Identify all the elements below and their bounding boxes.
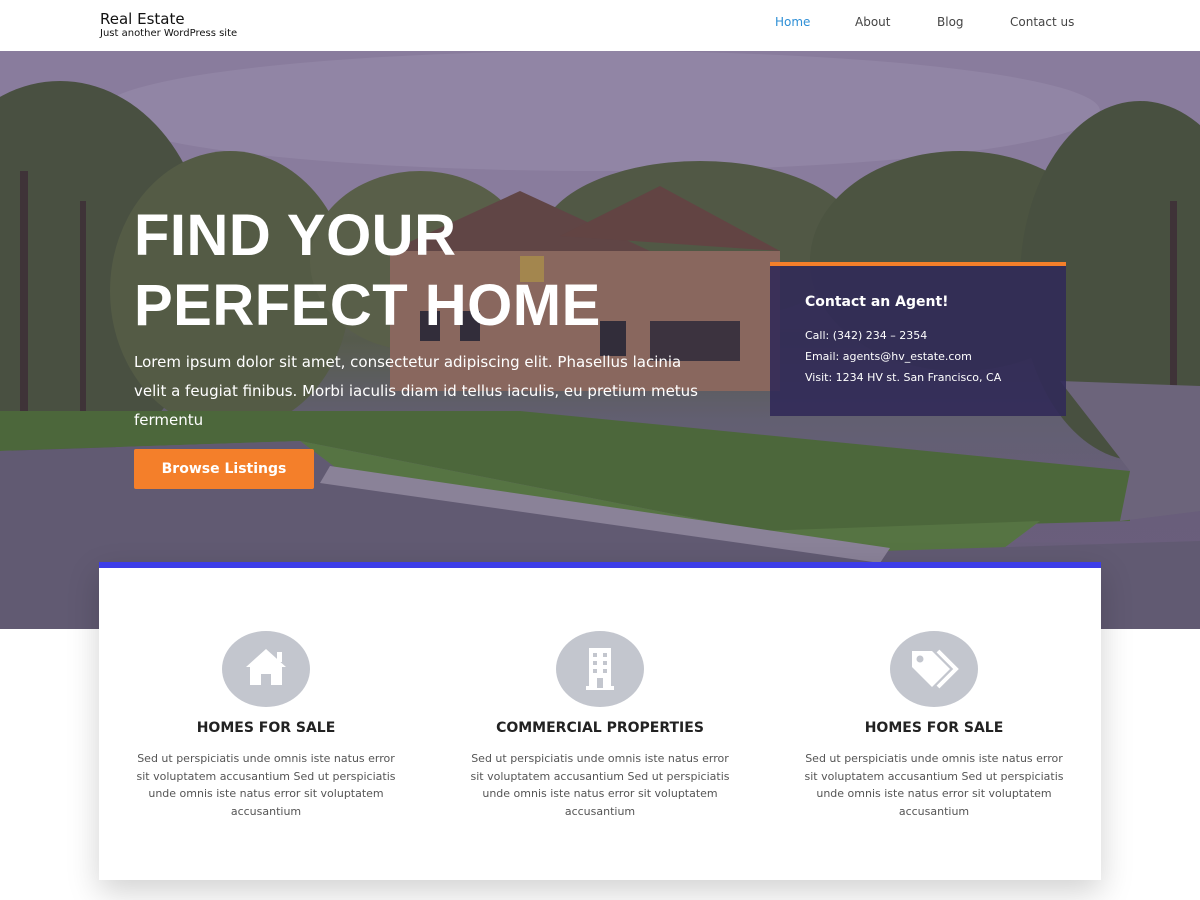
agent-box-title: Contact an Agent! [805, 294, 949, 310]
contact-agent-box: Contact an Agent! Call: (342) 234 – 2354… [770, 262, 1066, 416]
feature-title: COMMERCIAL PROPERTIES [496, 720, 704, 736]
feature-description: Sed ut perspiciatis unde omnis iste natu… [470, 752, 730, 818]
building-icon [556, 631, 644, 707]
feature-description: Sed ut perspiciatis unde omnis iste natu… [804, 752, 1064, 818]
feature-description: Sed ut perspiciatis unde omnis iste natu… [136, 752, 396, 818]
hero-description: Lorem ipsum dolor sit amet, consectetur … [134, 353, 698, 429]
hero-title: FIND YOUR PERFECT HOME [134, 201, 754, 341]
nav-contact-us[interactable]: Contact us [1010, 15, 1074, 29]
site-header: Real Estate Just another WordPress site … [0, 0, 1200, 51]
hero-title-line2: PERFECT HOME [134, 273, 601, 338]
site-tagline: Just another WordPress site [100, 28, 238, 39]
hero-title-line1: FIND YOUR [134, 203, 457, 268]
features-card: HOMES FOR SALE Sed ut perspiciatis unde … [99, 562, 1101, 880]
home-icon [222, 631, 310, 707]
nav-about[interactable]: About [855, 15, 890, 29]
browse-listings-button[interactable]: Browse Listings [134, 449, 314, 489]
hero-section: FIND YOUR PERFECT HOME Lorem ipsum dolor… [0, 51, 1200, 629]
tags-icon [890, 631, 978, 707]
nav-blog[interactable]: Blog [937, 15, 964, 29]
site-title[interactable]: Real Estate [100, 10, 185, 28]
feature-title: HOMES FOR SALE [864, 720, 1004, 736]
agent-email: Email: agents@hv_estate.com [805, 350, 972, 363]
agent-address: Visit: 1234 HV st. San Francisco, CA [805, 371, 1002, 384]
agent-phone: Call: (342) 234 – 2354 [805, 329, 928, 342]
nav-home[interactable]: Home [775, 15, 810, 29]
feature-title: HOMES FOR SALE [196, 720, 336, 736]
